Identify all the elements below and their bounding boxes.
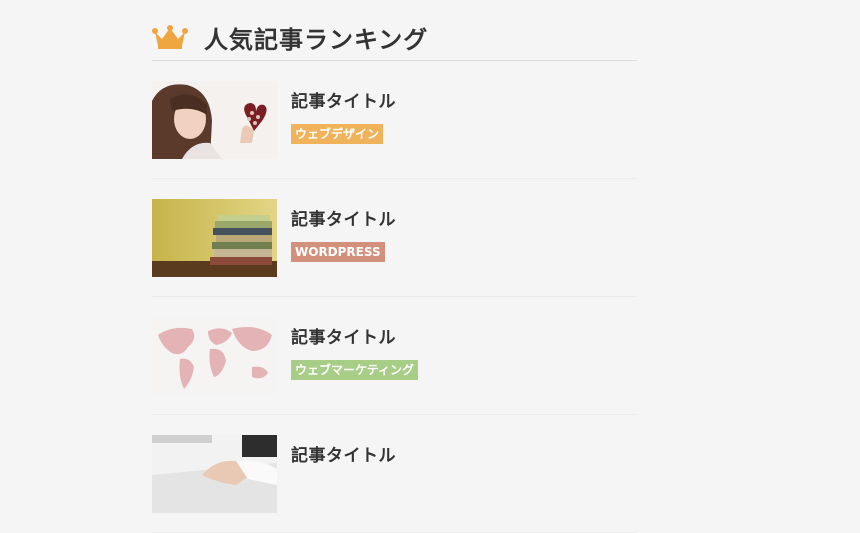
crown-icon	[152, 22, 188, 52]
category-tag[interactable]: WORDPRESS	[291, 242, 385, 262]
article-thumbnail-keyboard[interactable]	[152, 435, 277, 513]
article-title[interactable]: 記事タイトル	[291, 441, 396, 466]
ranking-item[interactable]: 記事タイトル ウェブデザイン	[152, 61, 637, 179]
category-tag[interactable]: ウェブマーケティング	[291, 360, 419, 380]
article-title[interactable]: 記事タイトル	[291, 323, 418, 348]
ranking-header: 人気記事ランキング	[152, 14, 637, 61]
article-thumbnail-books[interactable]	[152, 199, 277, 277]
category-tag[interactable]: ウェブデザイン	[291, 124, 384, 144]
ranking-widget: 人気記事ランキング 記事タイトル ウェブデザイン 記事タイトル WORDPRES…	[152, 14, 637, 533]
ranking-item[interactable]: 記事タイトル	[152, 415, 637, 533]
article-title[interactable]: 記事タイトル	[291, 205, 396, 230]
ranking-title: 人気記事ランキング	[204, 25, 429, 54]
article-thumbnail-woman-heart[interactable]	[152, 81, 277, 159]
ranking-item[interactable]: 記事タイトル ウェブマーケティング	[152, 297, 637, 415]
article-thumbnail-world-map[interactable]	[152, 317, 277, 395]
article-title[interactable]: 記事タイトル	[291, 87, 396, 112]
ranking-item[interactable]: 記事タイトル WORDPRESS	[152, 179, 637, 297]
